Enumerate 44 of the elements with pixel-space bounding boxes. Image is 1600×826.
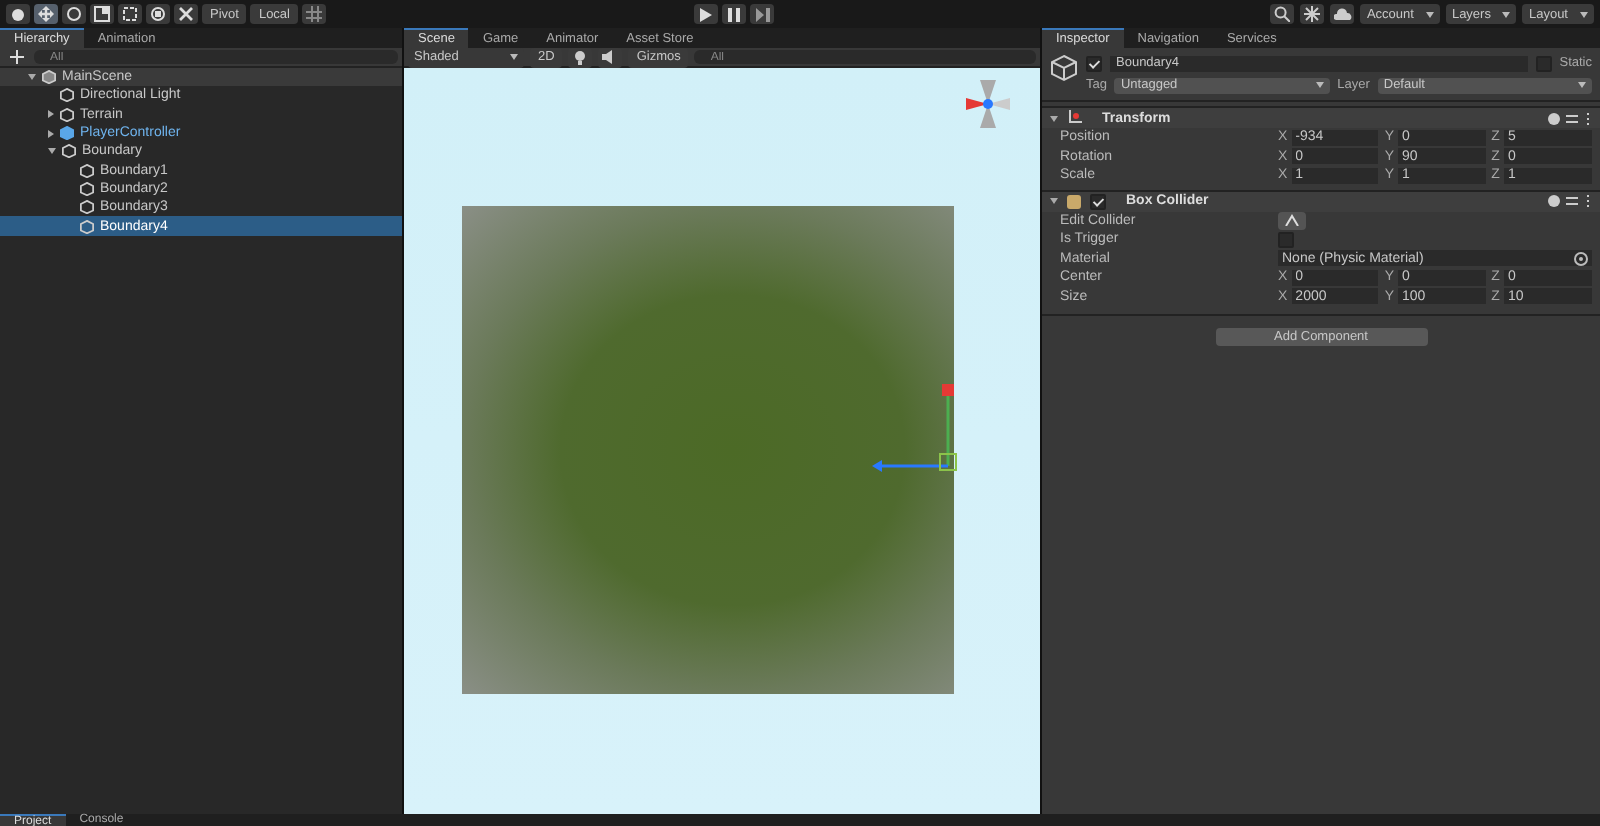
rotate-tool-icon xyxy=(66,6,82,22)
pause-button[interactable] xyxy=(722,4,746,24)
target-icon xyxy=(1574,251,1588,266)
tool-button[interactable] xyxy=(146,4,170,24)
scale-tool-icon xyxy=(94,6,110,22)
trigger-checkbox[interactable] xyxy=(1278,231,1294,248)
caret-icon xyxy=(1580,11,1588,17)
enabled-checkbox[interactable] xyxy=(1090,193,1106,209)
search-icon xyxy=(1274,6,1291,22)
sparkle-icon xyxy=(1304,6,1321,22)
bulb-icon xyxy=(574,49,587,65)
caret-icon xyxy=(510,54,518,60)
caret-icon xyxy=(1315,82,1324,88)
step-icon xyxy=(755,7,769,21)
scene-viewport[interactable] xyxy=(404,68,1040,814)
grid-icon xyxy=(306,6,322,22)
scene-icon xyxy=(42,70,56,85)
grid-snap-button[interactable] xyxy=(302,4,326,24)
active-checkbox[interactable] xyxy=(1086,55,1102,71)
move-tool-icon xyxy=(38,6,54,22)
tool-button[interactable] xyxy=(34,4,58,24)
search-button[interactable] xyxy=(1270,4,1295,24)
edit-shape-icon xyxy=(1284,214,1300,227)
caret-icon xyxy=(1578,82,1586,88)
orientation-gizmo-drawing xyxy=(964,76,1012,132)
plus-icon xyxy=(9,49,23,63)
axes-icon xyxy=(1066,110,1082,126)
play-button[interactable] xyxy=(694,4,718,24)
caret-icon xyxy=(1502,11,1511,17)
pause-icon xyxy=(728,7,740,21)
add-button[interactable] xyxy=(4,49,28,65)
cloud-icon xyxy=(1333,8,1352,20)
collab-button[interactable] xyxy=(1300,4,1325,24)
play-icon xyxy=(700,7,712,21)
tool-button[interactable] xyxy=(90,4,114,24)
rect-tool-icon xyxy=(122,6,138,22)
caret-icon xyxy=(1425,11,1434,17)
tool-button[interactable] xyxy=(174,4,198,24)
tool-button[interactable] xyxy=(6,4,30,24)
tool-button[interactable] xyxy=(62,4,86,24)
transform-tool-icon xyxy=(150,6,166,22)
cloud-button[interactable] xyxy=(1330,4,1355,24)
tool-button[interactable] xyxy=(118,4,142,24)
step-button[interactable] xyxy=(750,4,774,24)
